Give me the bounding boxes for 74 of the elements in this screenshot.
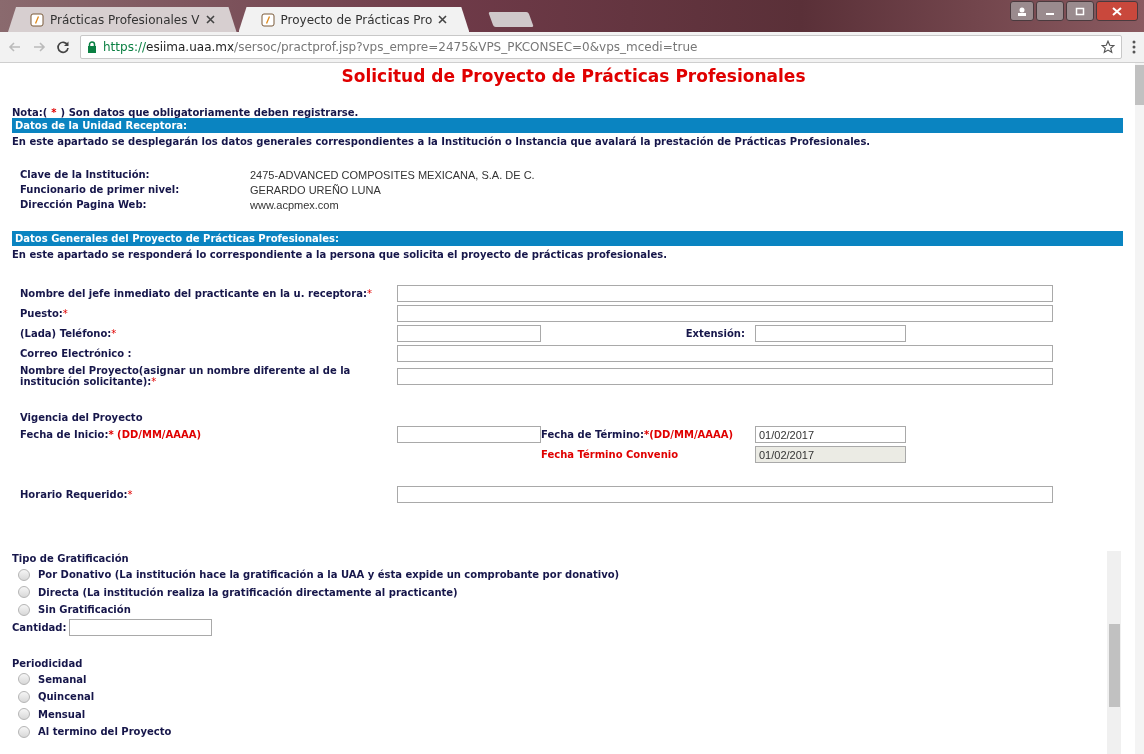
reload-icon[interactable] [56,40,70,54]
info-label: Funcionario de primer nivel: [20,184,181,196]
info-value: www.acpmex.com [250,199,340,211]
section-description: En este apartado se desplegarán los datos generales correspondientes a la Institución o Instancia que avalará la prestación de Prácticas Profesionales. [12,136,872,147]
field-label: Cantidad: [12,621,67,633]
field-label: Fecha de Término:*(DD/MM/AAAA) [541,429,735,440]
input-field[interactable] [397,305,1053,322]
input-field[interactable] [397,486,1053,503]
scrollbar-thumb[interactable] [1109,624,1120,707]
radio-option[interactable]: Sin Gratificación [12,601,1107,619]
scrollbar-thumb[interactable] [1135,65,1144,105]
profile-button[interactable] [1010,1,1034,21]
site-icon [30,12,44,27]
radio-icon[interactable] [18,603,30,616]
site-icon [260,12,275,27]
maximize-icon [1075,6,1085,16]
info-label: Dirección Pagina Web: [20,199,148,211]
radio-icon[interactable] [18,586,30,599]
close-icon[interactable] [438,15,448,24]
radio-icon[interactable] [18,568,30,581]
info-value: GERARDO UREÑO LUNA [250,184,382,196]
lock-icon [87,41,97,53]
star-icon[interactable] [1101,40,1115,54]
field-label: Puesto:* [20,308,69,319]
input-field[interactable] [755,325,906,342]
info-label: Clave de la Institución: [20,169,151,181]
radio-option[interactable]: Semanal [12,670,1107,688]
group-heading: Vigencia del Proyecto [20,412,144,423]
radio-option[interactable]: Al termino del Proyecto [12,723,1107,741]
field-label: Fecha Término Convenio [541,449,680,460]
menu-icon[interactable] [1132,40,1136,54]
field-label: Correo Electrónico : [20,348,133,359]
date-field[interactable]: 01/02/2017 [755,426,906,443]
field-label: Horario Requerido:* [20,489,134,500]
radio-option[interactable]: Quincenal [12,688,1107,706]
section-description: En este apartado se responderá lo correspondiente a la persona que solicita el proyecto de prácticas profesionales. [12,249,669,260]
browser-tab[interactable]: Proyecto de Prácticas Pro [238,7,470,32]
input-field[interactable] [397,345,1053,362]
close-icon[interactable] [205,15,215,24]
field-label: Extensión: [684,328,746,339]
browser-tab[interactable]: Prácticas Profesionales V [8,7,237,32]
radio-option[interactable]: Directa (La institución realiza la gratificación directamente al practicante) [12,583,1107,601]
group-heading: Periodicidad [12,657,84,669]
field-label: Nombre del Proyecto(asignar un nombre diferente al de la institución solicitante):* [20,365,352,387]
input-field[interactable] [397,285,1053,302]
input-field[interactable] [397,325,541,342]
new-tab-button[interactable] [488,12,535,27]
minimize-icon [1046,13,1054,15]
close-icon [1112,6,1122,16]
page-title: Solicitud de Proyecto de Prácticas Profesionales [340,66,807,86]
radio-icon[interactable] [18,673,30,686]
field-label: Nombre del jefe inmediato del practicante en la u. receptora:* [20,288,373,299]
date-field[interactable] [397,426,541,443]
radio-icon[interactable] [18,708,30,721]
group-heading: Tipo de Gratificación [12,553,130,564]
minimize-button[interactable] [1036,1,1064,21]
forward-icon[interactable] [32,40,46,54]
section-heading: Datos de la Unidad Receptora: [12,118,1123,133]
radio-option[interactable]: Mensual [12,705,1107,723]
person-icon [1017,6,1027,16]
section-heading: Datos Generales del Proyecto de Prácticas Profesionales: [12,231,1123,246]
radio-icon[interactable] [18,725,30,738]
radio-icon[interactable] [18,690,30,703]
close-button[interactable] [1096,1,1138,21]
amount-field[interactable] [69,618,213,636]
info-value: 2475-ADVANCED COMPOSITES MEXICANA, S.A. DE C. [250,169,536,181]
field-label: (Lada) Teléfono:* [20,328,118,339]
maximize-button[interactable] [1066,1,1094,21]
input-field[interactable] [397,367,1053,385]
back-icon[interactable] [8,40,22,54]
field-label: Fecha de Inicio:* (DD/MM/AAAA) [20,429,203,440]
required-note: Nota:( * ) Son datos que obligatoriamente deben registrarse. [12,107,360,118]
address-bar[interactable]: https://esiima.uaa.mx/sersoc/practprof.jsp?vps_empre=2475&VPS_PKCONSEC=0&vps_mcedi=true [80,35,1122,59]
radio-option[interactable]: Por Donativo (La institución hace la gratificación a la UAA y ésta expide un comprobante por donativo) [12,566,1107,584]
